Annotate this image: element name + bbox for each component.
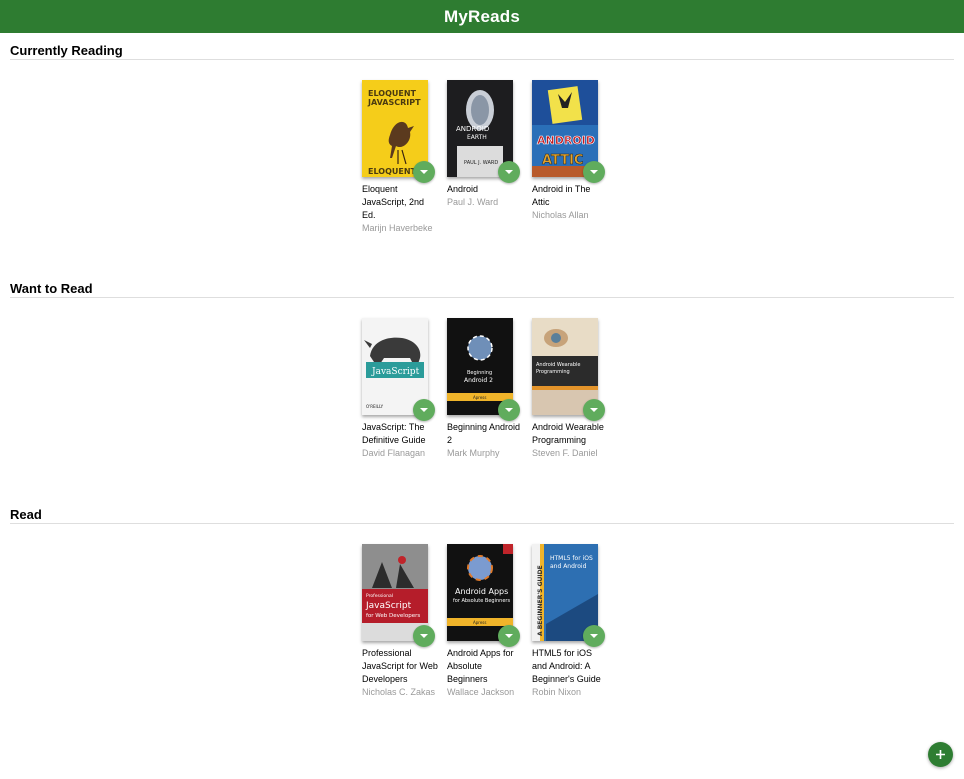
cover-text: ELOQUENT [368, 167, 417, 176]
app-header: MyReads [0, 0, 964, 33]
shelf-title: Read [10, 508, 954, 524]
chevron-down-icon [505, 170, 513, 174]
cover-text: JavaScript [371, 367, 420, 377]
book-title: Professional JavaScript for Web Develope… [362, 648, 438, 684]
cover-text: HTML5 for iOS [550, 555, 593, 562]
book-authors: Paul J. Ward [447, 197, 499, 207]
book-authors: Nicholas C. Zakas [362, 687, 436, 697]
shelf-currently-reading: Currently Reading ELOQUENT JAVASCRIPT EL… [10, 44, 954, 233]
shelf-changer-button[interactable] [498, 161, 520, 183]
cover-text: ANDROID [537, 134, 595, 147]
book-authors: Marijn Haverbeke [362, 223, 433, 233]
shelf-changer-button[interactable] [498, 625, 520, 647]
cover-text: Beginning [467, 370, 492, 376]
book-list: ELOQUENT JAVASCRIPT ELOQUENT Eloquent Ja… [362, 80, 617, 235]
cover-text: Professional [366, 593, 393, 599]
cover-text: A BEGINNER'S GUIDE [537, 565, 544, 636]
book-authors: David Flanagan [362, 448, 426, 458]
shelf-changer-button[interactable] [413, 399, 435, 421]
cover-text: Android Wearable [536, 362, 580, 368]
cover-text: Programming [536, 369, 570, 375]
cover-text: Apress [473, 620, 486, 625]
cover-text: for Web Developers [366, 613, 420, 619]
book-item: ANDROID ATTIC Android in The Attic Nicho… [532, 80, 617, 235]
book-authors: Mark Murphy [447, 448, 500, 458]
shelf-changer-button[interactable] [583, 399, 605, 421]
app-title: MyReads [443, 6, 521, 26]
book-item: A BEGINNER'S GUIDE HTML5 for iOS and And… [532, 544, 617, 699]
shelf-changer-button[interactable] [498, 399, 520, 421]
cover-text: JavaScript [365, 601, 412, 611]
book-title: Beginning Android 2 [447, 422, 521, 445]
chevron-down-icon [505, 408, 513, 412]
shelf-changer-button[interactable] [583, 625, 605, 647]
cover-text: ATTIC [542, 153, 583, 168]
cover-text: for Absolute Beginners [453, 598, 510, 604]
chevron-down-icon [420, 634, 428, 638]
cover-text: PAUL J. WARD [464, 160, 498, 166]
cover-text: Apress [473, 395, 486, 400]
shelf-changer-button[interactable] [413, 625, 435, 647]
book-title: Android in The Attic [532, 184, 591, 207]
chevron-down-icon [505, 634, 513, 638]
cover-text: JAVASCRIPT [367, 98, 421, 107]
shelf-title: Currently Reading [10, 44, 954, 60]
book-title: HTML5 for iOS and Android: A Beginner's … [532, 648, 601, 684]
shelf-title: Want to Read [10, 282, 954, 298]
book-list: Professional JavaScript for Web Develope… [362, 544, 617, 699]
shelf-read: Read Professional JavaScript for Web Dev… [10, 508, 954, 697]
add-icon [936, 750, 945, 759]
book-item: Beginning Android 2 Apress Beginning And… [447, 318, 532, 460]
cover-text: and Android [550, 563, 587, 570]
cover-text: EARTH [467, 134, 487, 141]
book-list: JavaScript O'REILLY JavaScript: The Defi… [362, 318, 617, 460]
book-authors: Steven F. Daniel [532, 448, 598, 458]
chevron-down-icon [420, 170, 428, 174]
shelf-changer-button[interactable] [583, 161, 605, 183]
add-book-button[interactable] [928, 742, 953, 767]
cover-text: O'REILLY [366, 404, 384, 409]
book-title: JavaScript: The Definitive Guide [362, 422, 426, 445]
cover-text: Android 2 [464, 377, 493, 384]
shelf-changer-button[interactable] [413, 161, 435, 183]
book-title: Android Apps for Absolute Beginners [447, 648, 514, 684]
chevron-down-icon [590, 634, 598, 638]
book-item: JavaScript O'REILLY JavaScript: The Defi… [362, 318, 447, 460]
book-title: Eloquent JavaScript, 2nd Ed. [362, 184, 425, 220]
book-authors: Robin Nixon [532, 687, 582, 697]
shelf-want-to-read: Want to Read JavaScript O'REILLY JavaScr… [10, 282, 954, 458]
chevron-down-icon [590, 170, 598, 174]
chevron-down-icon [590, 408, 598, 412]
book-title: Android Wearable Programming [532, 422, 604, 445]
book-item: ANDROID EARTH PAUL J. WARD Android Paul … [447, 80, 532, 235]
chevron-down-icon [420, 408, 428, 412]
book-authors: Wallace Jackson [447, 687, 515, 697]
cover-text: ELOQUENT [368, 89, 417, 98]
book-item: Android Apps for Absolute Beginners Apre… [447, 544, 532, 699]
book-authors: Nicholas Allan [532, 210, 589, 220]
cover-text: Android Apps [455, 587, 508, 596]
cover-text: ANDROID [456, 125, 489, 133]
book-title: Android [447, 184, 479, 194]
book-item: ELOQUENT JAVASCRIPT ELOQUENT Eloquent Ja… [362, 80, 447, 235]
book-item: Android Wearable Programming Android Wea… [532, 318, 617, 460]
book-item: Professional JavaScript for Web Develope… [362, 544, 447, 699]
